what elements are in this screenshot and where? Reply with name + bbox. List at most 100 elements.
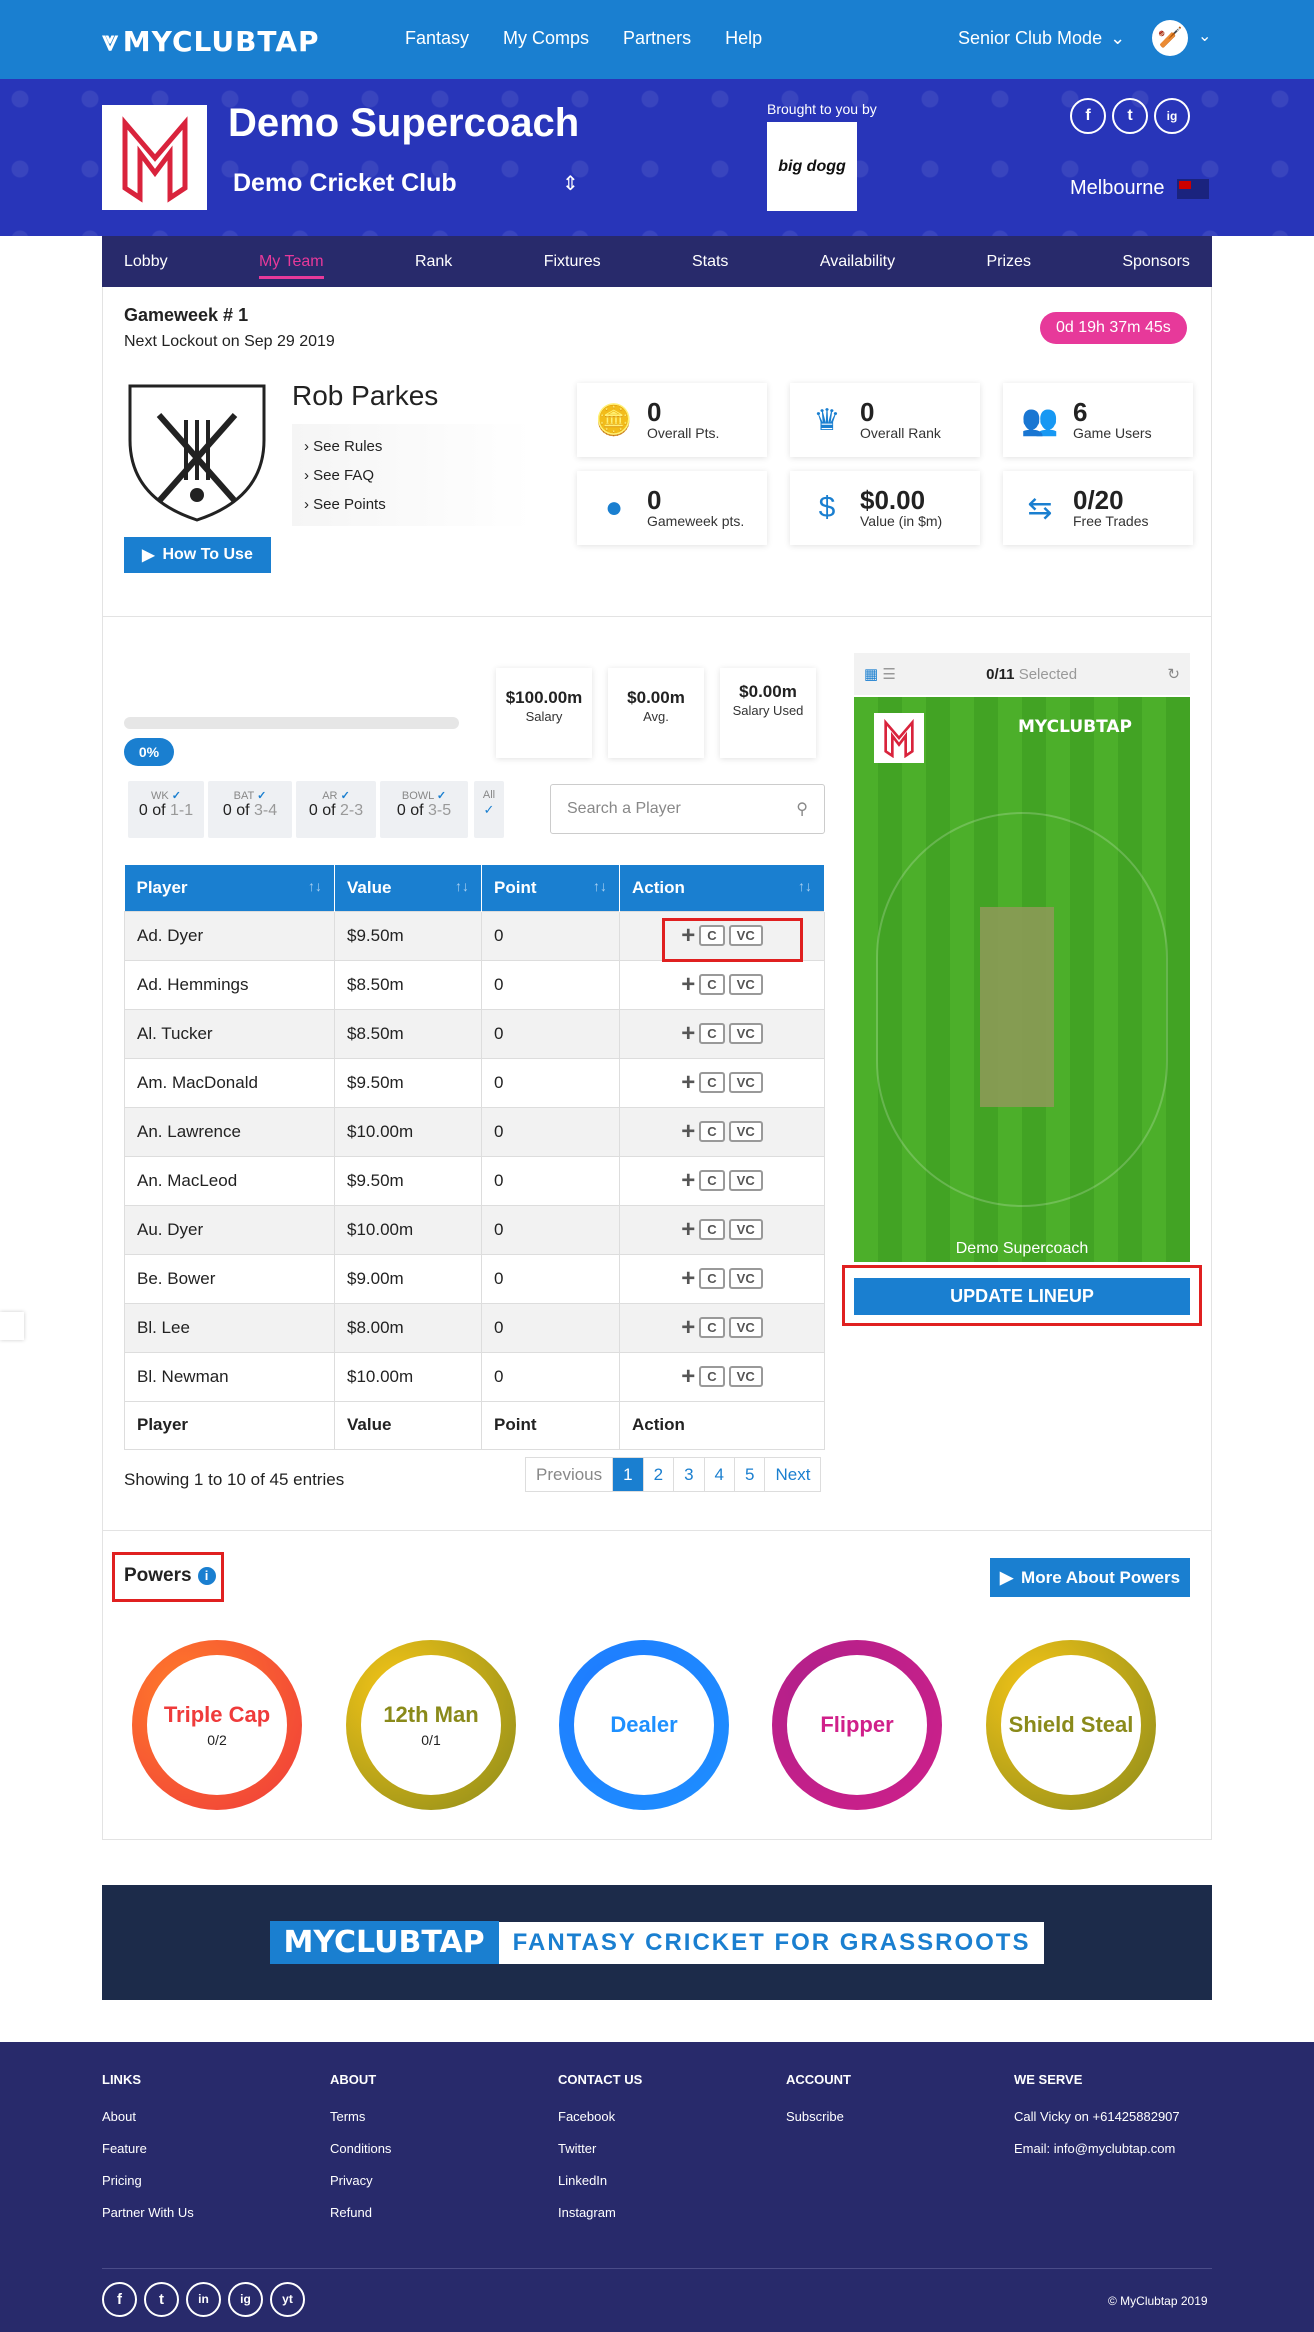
vice-captain-button[interactable]: VC — [728, 1022, 763, 1044]
power-12th-man[interactable]: 12th Man 0/1 — [346, 1640, 516, 1810]
page-3[interactable]: 3 — [674, 1458, 705, 1491]
tab-sponsors[interactable]: Sponsors — [1122, 236, 1190, 287]
filter-all[interactable]: All ✓ — [474, 781, 504, 838]
see-rules-link[interactable]: › See Rules — [304, 432, 520, 461]
footer-link[interactable]: Privacy — [330, 2173, 391, 2188]
tab-availability[interactable]: Availability — [820, 236, 895, 287]
filter-wk[interactable]: WK ✓ 0 of 1-1 — [128, 781, 204, 838]
captain-button[interactable]: C — [699, 1365, 725, 1387]
add-player-icon[interactable]: + — [681, 1069, 695, 1096]
how-to-use-button[interactable]: ▶ How To Use — [124, 537, 271, 573]
captain-button[interactable]: C — [699, 1267, 725, 1289]
refresh-icon[interactable]: ↻ — [1167, 665, 1180, 683]
promo-banner[interactable]: MYCLUBTAP FANTASY CRICKET FOR GRASSROOTS — [102, 1885, 1212, 2000]
add-player-icon[interactable]: + — [681, 971, 695, 998]
captain-button[interactable]: C — [699, 1169, 725, 1191]
player-search-input[interactable]: Search a Player ⚲ — [550, 784, 825, 834]
page-next[interactable]: Next — [765, 1458, 820, 1491]
instagram-icon[interactable]: ig — [1154, 98, 1190, 134]
footer-link[interactable]: Feature — [102, 2141, 194, 2156]
add-player-icon[interactable]: + — [681, 1314, 695, 1341]
footer-link[interactable]: Instagram — [558, 2205, 642, 2220]
footer-link[interactable]: Call Vicky on +61425882907 — [1014, 2109, 1180, 2124]
footer-link[interactable]: Partner With Us — [102, 2205, 194, 2220]
filter-bowl[interactable]: BOWL ✓ 0 of 3-5 — [380, 781, 468, 838]
power-triple-cap[interactable]: Triple Cap 0/2 — [132, 1640, 302, 1810]
add-player-icon[interactable]: + — [681, 1118, 695, 1145]
tab-stats[interactable]: Stats — [692, 236, 728, 287]
page-1[interactable]: 1 — [613, 1458, 644, 1491]
side-feedback-badge[interactable] — [0, 1312, 24, 1340]
tab-fixtures[interactable]: Fixtures — [544, 236, 601, 287]
col-action[interactable]: Action ↑↓ — [619, 865, 825, 911]
list-view-icon[interactable]: ☰ — [882, 666, 895, 683]
add-player-icon[interactable]: + — [681, 1216, 695, 1243]
sponsor-logo[interactable]: big dogg — [767, 122, 857, 211]
footer-link[interactable]: Email: info@myclubtap.com — [1014, 2141, 1180, 2156]
page-previous[interactable]: Previous — [526, 1458, 614, 1491]
brand-logo[interactable]: ⩔ MYCLUBTAP — [102, 24, 320, 58]
footer-link[interactable]: Twitter — [558, 2141, 642, 2156]
footer-link[interactable]: Facebook — [558, 2109, 642, 2124]
club-switch-icon[interactable]: ⇕ — [562, 171, 579, 196]
youtube-icon[interactable]: yt — [270, 2282, 305, 2317]
captain-button[interactable]: C — [699, 1218, 725, 1240]
chevron-down-icon[interactable]: ⌄ — [1198, 26, 1211, 46]
captain-button[interactable]: C — [699, 1316, 725, 1338]
tab-my-team[interactable]: My Team — [258, 236, 324, 287]
power-flipper[interactable]: Flipper — [772, 1640, 942, 1810]
vice-captain-button[interactable]: VC — [728, 1316, 763, 1338]
see-faq-link[interactable]: › See FAQ — [304, 461, 520, 490]
mode-selector[interactable]: Senior Club Mode ⌄ — [958, 28, 1125, 49]
vice-captain-button[interactable]: VC — [728, 973, 763, 995]
col-player[interactable]: Player ↑↓ — [124, 865, 335, 911]
page-2[interactable]: 2 — [644, 1458, 675, 1491]
vice-captain-button[interactable]: VC — [728, 1365, 763, 1387]
captain-button[interactable]: C — [699, 1071, 725, 1093]
grid-view-icon[interactable]: ▦ — [864, 666, 878, 683]
captain-button[interactable]: C — [699, 973, 725, 995]
add-player-icon[interactable]: + — [681, 1265, 695, 1292]
captain-button[interactable]: C — [699, 1022, 725, 1044]
power-shield-steal[interactable]: Shield Steal — [986, 1640, 1156, 1810]
linkedin-icon[interactable]: in — [186, 2282, 221, 2317]
col-point[interactable]: Point ↑↓ — [481, 865, 620, 911]
nav-partners[interactable]: Partners — [623, 28, 691, 49]
footer-link[interactable]: Subscribe — [786, 2109, 851, 2124]
page-5[interactable]: 5 — [735, 1458, 766, 1491]
tab-prizes[interactable]: Prizes — [986, 236, 1030, 287]
filter-bat[interactable]: BAT ✓ 0 of 3-4 — [208, 781, 292, 838]
facebook-icon[interactable]: f — [1070, 98, 1106, 134]
footer-link[interactable]: Terms — [330, 2109, 391, 2124]
vice-captain-button[interactable]: VC — [728, 1218, 763, 1240]
vice-captain-button[interactable]: VC — [728, 1120, 763, 1142]
instagram-icon[interactable]: ig — [228, 2282, 263, 2317]
filter-ar[interactable]: AR ✓ 0 of 2-3 — [296, 781, 376, 838]
tab-lobby[interactable]: Lobby — [124, 236, 168, 287]
page-4[interactable]: 4 — [705, 1458, 736, 1491]
add-player-icon[interactable]: + — [681, 1020, 695, 1047]
nav-my-comps[interactable]: My Comps — [503, 28, 589, 49]
footer-link[interactable]: Refund — [330, 2205, 391, 2220]
vice-captain-button[interactable]: VC — [728, 1071, 763, 1093]
col-value[interactable]: Value ↑↓ — [334, 865, 482, 911]
nav-help[interactable]: Help — [725, 28, 762, 49]
user-avatar[interactable]: 🏏 — [1152, 20, 1188, 56]
twitter-icon[interactable]: t — [144, 2282, 179, 2317]
footer-link[interactable]: About — [102, 2109, 194, 2124]
captain-button[interactable]: C — [699, 1120, 725, 1142]
vice-captain-button[interactable]: VC — [728, 1169, 763, 1191]
vice-captain-button[interactable]: VC — [728, 1267, 763, 1289]
power-dealer[interactable]: Dealer — [559, 1640, 729, 1810]
nav-fantasy[interactable]: Fantasy — [405, 28, 469, 49]
footer-link[interactable]: Pricing — [102, 2173, 194, 2188]
add-player-icon[interactable]: + — [681, 1363, 695, 1390]
add-player-icon[interactable]: + — [681, 1167, 695, 1194]
tab-rank[interactable]: Rank — [415, 236, 452, 287]
see-points-link[interactable]: › See Points — [304, 490, 520, 519]
more-about-powers-button[interactable]: ▶ More About Powers — [990, 1558, 1190, 1597]
footer-link[interactable]: LinkedIn — [558, 2173, 642, 2188]
footer-link[interactable]: Conditions — [330, 2141, 391, 2156]
facebook-icon[interactable]: f — [102, 2282, 137, 2317]
twitter-icon[interactable]: t — [1112, 98, 1148, 134]
